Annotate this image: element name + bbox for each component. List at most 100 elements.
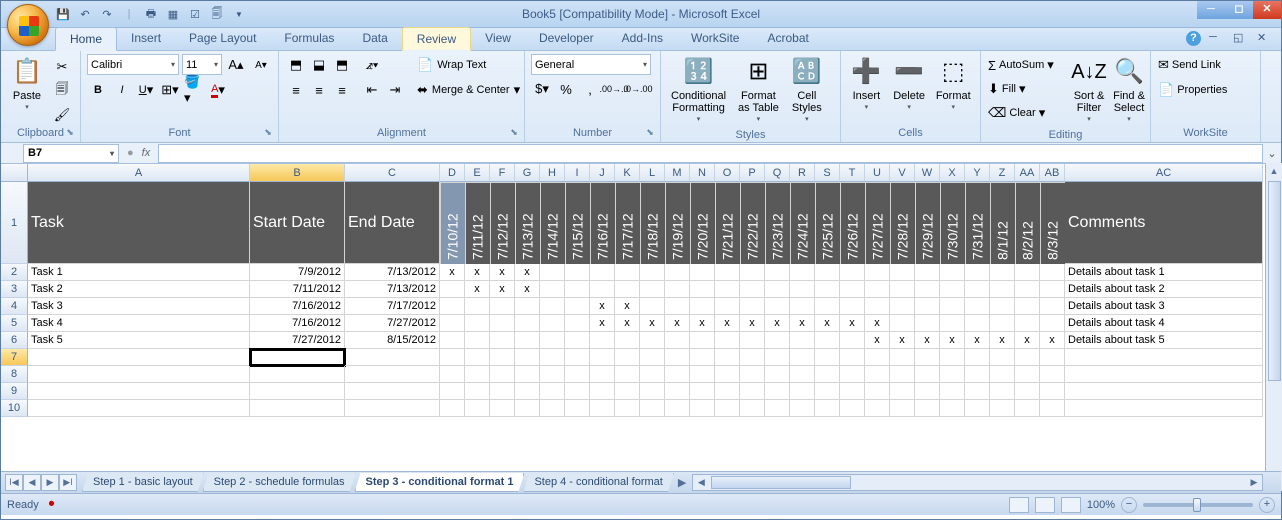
cell-empty-7-12[interactable]	[665, 349, 690, 366]
cell-mark-2-2[interactable]	[490, 298, 515, 315]
cell-empty-10-3[interactable]	[440, 400, 465, 417]
header-date-15[interactable]: 7/25/12	[815, 182, 840, 264]
cell-mark-0-8[interactable]	[640, 264, 665, 281]
cell-empty-8-24[interactable]	[965, 366, 990, 383]
cell-empty-8-8[interactable]	[565, 366, 590, 383]
cell-empty-9-16[interactable]	[765, 383, 790, 400]
sheet-tab-3[interactable]: Step 4 - conditional format	[523, 473, 673, 492]
cell-empty-8-9[interactable]	[590, 366, 615, 383]
cell-mark-2-17[interactable]	[865, 298, 890, 315]
normal-view-icon[interactable]	[1009, 497, 1029, 513]
cell-mark-3-24[interactable]	[1040, 315, 1065, 332]
cell-empty-8-25[interactable]	[990, 366, 1015, 383]
cell-mark-3-1[interactable]	[465, 315, 490, 332]
bold-icon[interactable]: B	[87, 79, 109, 101]
sheet-tab-1[interactable]: Step 2 - schedule formulas	[203, 473, 356, 492]
col-header-N[interactable]: N	[690, 164, 715, 182]
cell-empty-8-17[interactable]	[790, 366, 815, 383]
cell-mark-3-8[interactable]: x	[640, 315, 665, 332]
sheet-tab-0[interactable]: Step 1 - basic layout	[82, 473, 204, 492]
cell-mark-0-5[interactable]	[565, 264, 590, 281]
cell-mark-4-9[interactable]	[665, 332, 690, 349]
col-header-A[interactable]: A	[28, 164, 250, 182]
header-date-20[interactable]: 7/30/12	[940, 182, 965, 264]
cell-end-3[interactable]: 7/27/2012	[345, 315, 440, 332]
align-bottom-icon[interactable]: ⬒	[331, 54, 353, 76]
vertical-scrollbar[interactable]: ▲ ▼	[1265, 163, 1282, 491]
cell-empty-9-24[interactable]	[965, 383, 990, 400]
cell-empty-7-27[interactable]	[1040, 349, 1065, 366]
cell-empty-7-24[interactable]	[965, 349, 990, 366]
cell-empty-7-4[interactable]	[465, 349, 490, 366]
row-header-10[interactable]: 10	[1, 400, 28, 417]
cell-mark-4-23[interactable]: x	[1015, 332, 1040, 349]
cell-empty-7-2[interactable]	[345, 349, 440, 366]
sort-filter-button[interactable]: A↓ZSort & Filter▾	[1071, 54, 1107, 128]
cell-empty-7-17[interactable]	[790, 349, 815, 366]
tab-formulas[interactable]: Formulas	[270, 27, 348, 50]
cell-comment-2[interactable]: Details about task 3	[1065, 298, 1263, 315]
cell-empty-7-10[interactable]	[615, 349, 640, 366]
header-date-21[interactable]: 7/31/12	[965, 182, 990, 264]
cell-empty-7-5[interactable]	[490, 349, 515, 366]
cell-mark-4-4[interactable]	[540, 332, 565, 349]
cell-empty-10-2[interactable]	[345, 400, 440, 417]
cell-empty-9-19[interactable]	[840, 383, 865, 400]
cell-empty-10-26[interactable]	[1015, 400, 1040, 417]
cell-start-3[interactable]: 7/16/2012	[250, 315, 345, 332]
italic-icon[interactable]: I	[111, 79, 133, 101]
qat-icon2[interactable]: 🗐	[209, 6, 225, 22]
col-header-U[interactable]: U	[865, 164, 890, 182]
tab-insert[interactable]: Insert	[117, 27, 175, 50]
tab-home[interactable]: Home	[55, 27, 117, 51]
cell-empty-7-11[interactable]	[640, 349, 665, 366]
cell-empty-8-15[interactable]	[740, 366, 765, 383]
cell-mark-1-13[interactable]	[765, 281, 790, 298]
horizontal-scrollbar[interactable]: ◀ ▶	[692, 474, 1263, 491]
cell-mark-4-0[interactable]	[440, 332, 465, 349]
tab-add-ins[interactable]: Add-Ins	[608, 27, 677, 50]
page-layout-view-icon[interactable]	[1035, 497, 1055, 513]
cell-mark-4-20[interactable]: x	[940, 332, 965, 349]
cell-empty-7-19[interactable]	[840, 349, 865, 366]
cell-mark-0-9[interactable]	[665, 264, 690, 281]
row-header-7[interactable]: 7	[1, 349, 28, 366]
cell-mark-3-10[interactable]: x	[690, 315, 715, 332]
cell-mark-4-17[interactable]: x	[865, 332, 890, 349]
page-break-view-icon[interactable]	[1061, 497, 1081, 513]
cell-empty-10-21[interactable]	[890, 400, 915, 417]
comma-icon[interactable]: ,	[579, 78, 601, 100]
header-date-2[interactable]: 7/12/12	[490, 182, 515, 264]
cell-mark-4-21[interactable]: x	[965, 332, 990, 349]
undo-icon[interactable]: ↶	[77, 6, 93, 22]
cell-empty-7-14[interactable]	[715, 349, 740, 366]
col-header-P[interactable]: P	[740, 164, 765, 182]
fx-icon[interactable]: fx	[142, 147, 151, 159]
cell-empty-9-13[interactable]	[690, 383, 715, 400]
row-header-3[interactable]: 3	[1, 281, 28, 298]
cell-empty-8-13[interactable]	[690, 366, 715, 383]
cell-mark-2-13[interactable]	[765, 298, 790, 315]
cell-mark-1-15[interactable]	[815, 281, 840, 298]
cell-mark-1-20[interactable]	[940, 281, 965, 298]
header-date-16[interactable]: 7/26/12	[840, 182, 865, 264]
cell-mark-0-2[interactable]: x	[490, 264, 515, 281]
redo-icon[interactable]: ↷	[99, 6, 115, 22]
cell-mark-1-10[interactable]	[690, 281, 715, 298]
cell-empty-9-12[interactable]	[665, 383, 690, 400]
cell-mark-2-20[interactable]	[940, 298, 965, 315]
cell-mark-4-8[interactable]	[640, 332, 665, 349]
cell-mark-3-21[interactable]	[965, 315, 990, 332]
align-top-icon[interactable]: ⬒	[285, 54, 307, 76]
cell-end-2[interactable]: 7/17/2012	[345, 298, 440, 315]
maximize-button[interactable]: ◻	[1225, 1, 1253, 19]
align-left-icon[interactable]: ≡	[285, 79, 307, 101]
cell-end-4[interactable]: 8/15/2012	[345, 332, 440, 349]
macro-record-icon[interactable]: ⏺	[49, 498, 55, 511]
cell-mark-4-2[interactable]	[490, 332, 515, 349]
cell-empty-9-3[interactable]	[440, 383, 465, 400]
increase-indent-icon[interactable]: ⇥	[384, 79, 406, 101]
header-date-14[interactable]: 7/24/12	[790, 182, 815, 264]
cell-empty-9-21[interactable]	[890, 383, 915, 400]
col-header-R[interactable]: R	[790, 164, 815, 182]
